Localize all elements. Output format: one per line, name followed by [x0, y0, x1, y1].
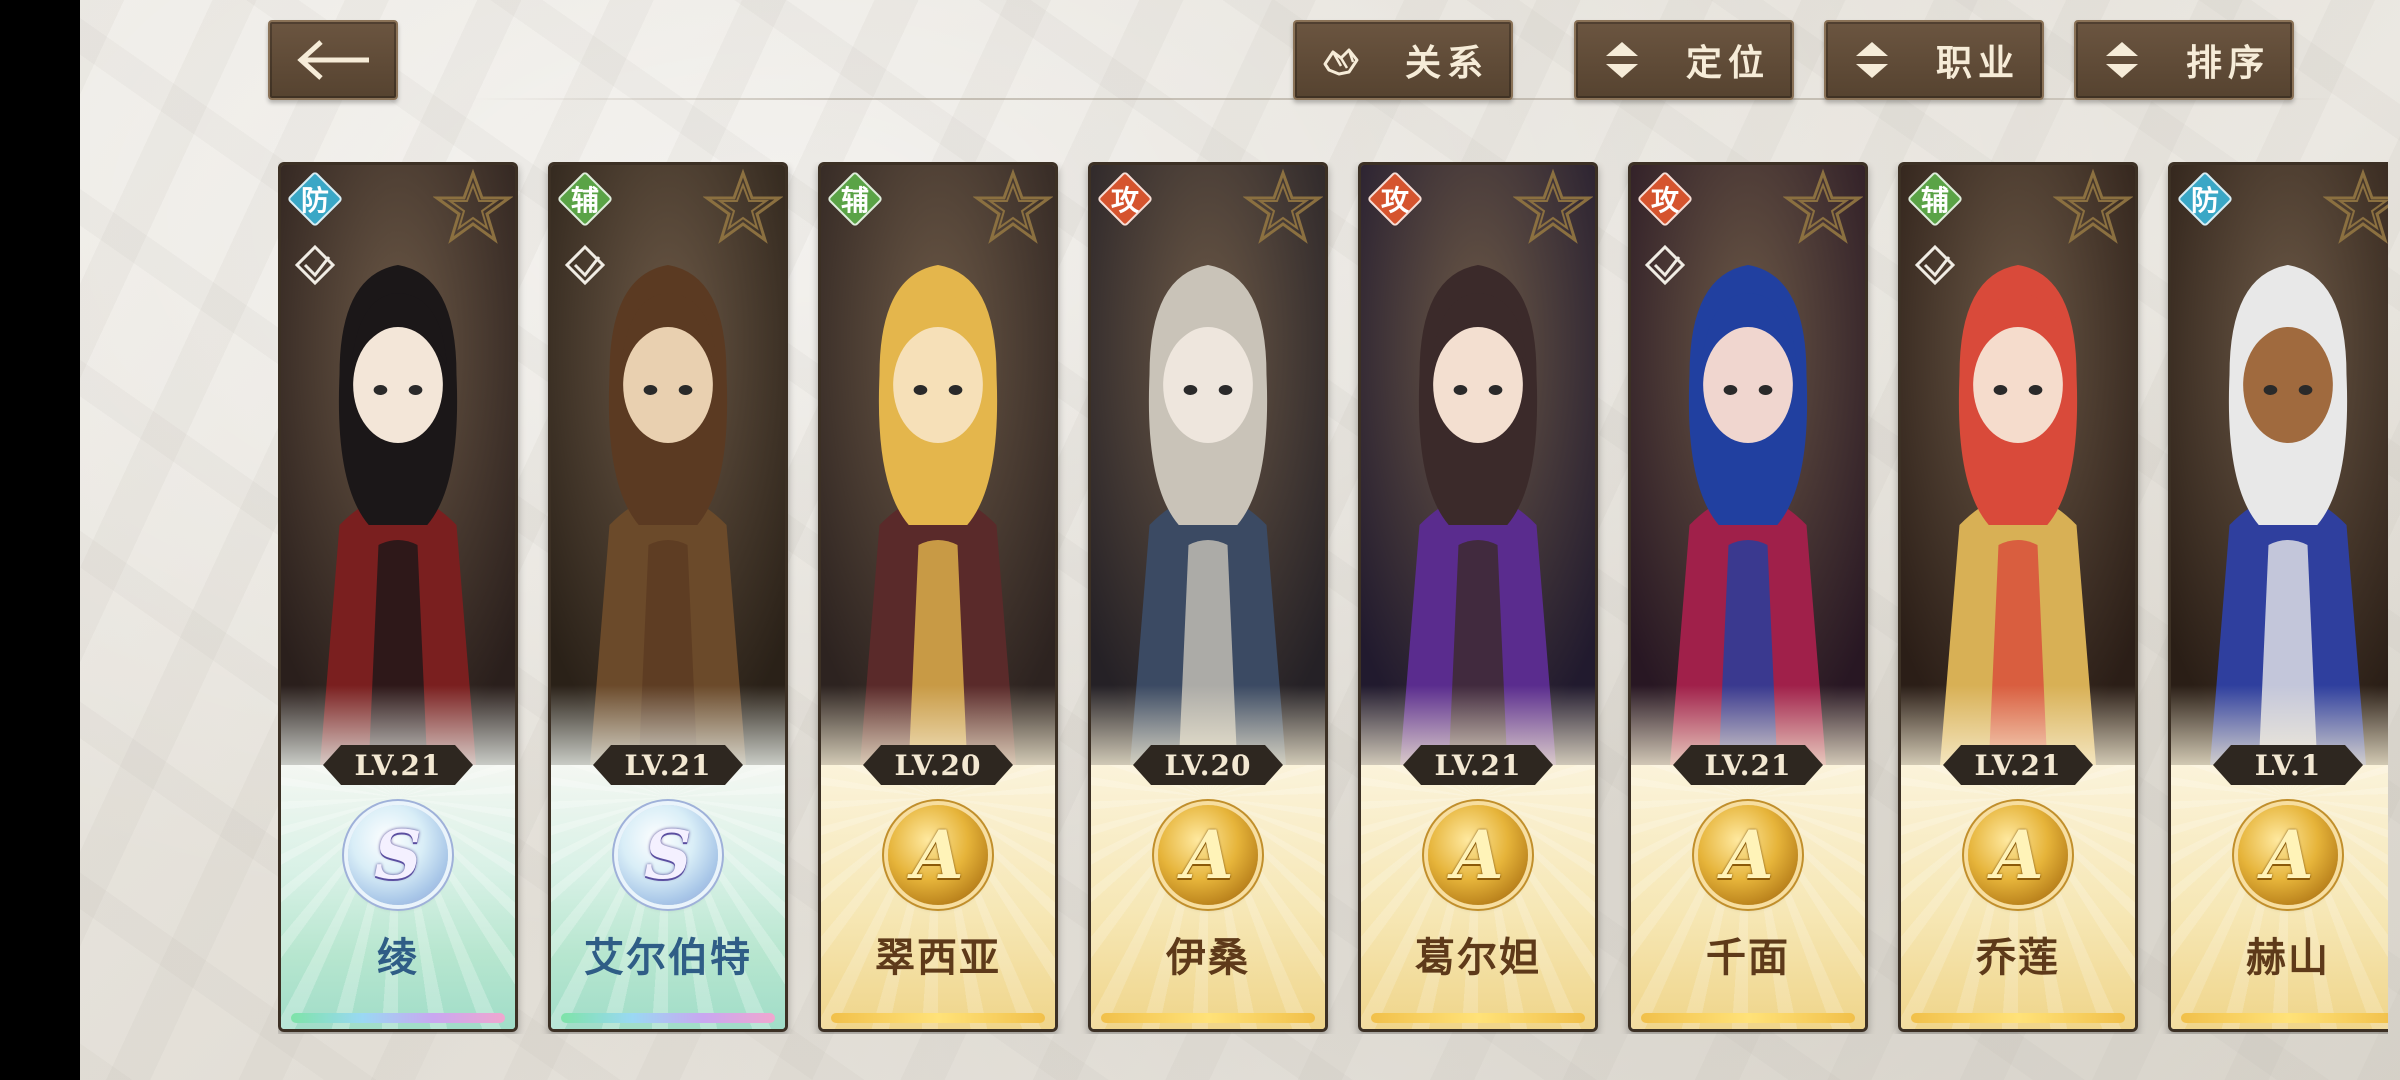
star-icon	[703, 168, 783, 244]
profession-label: 职业	[1935, 42, 2020, 84]
rank-medal-icon: A	[1968, 805, 2068, 905]
level-badge: LV.20	[1133, 745, 1283, 785]
star-icon	[2053, 168, 2133, 244]
position-button[interactable]: 定位	[1574, 20, 1794, 100]
level-badge: LV.21	[1943, 745, 2093, 785]
role-label: 辅	[570, 184, 599, 217]
support-role-badge: 辅	[1906, 170, 1964, 228]
level-badge: LV.20	[863, 745, 1013, 785]
rarity-bar	[1371, 1013, 1585, 1023]
role-label: 攻	[1110, 184, 1139, 217]
star-icon	[2323, 168, 2388, 244]
attack-role-badge: 攻	[1096, 170, 1154, 228]
character-card[interactable]: 攻 LV.20 A 伊桑	[1088, 162, 1328, 1032]
star-icon	[1783, 168, 1863, 244]
back-button[interactable]	[268, 20, 398, 100]
character-name: 绫	[377, 934, 419, 981]
role-label: 攻	[1650, 184, 1679, 217]
hands-icon	[1319, 38, 1363, 82]
rank-medal-icon: S	[348, 805, 448, 905]
back-arrow-icon	[297, 40, 369, 80]
rarity-bar	[561, 1013, 775, 1023]
role-label: 辅	[1920, 184, 1949, 217]
formation-icon	[1914, 244, 1956, 286]
formation-icon	[1644, 244, 1686, 286]
profession-button[interactable]: 职业	[1824, 20, 2044, 100]
character-card[interactable]: 攻 LV.21 A 千面	[1628, 162, 1868, 1032]
support-role-badge: 辅	[826, 170, 884, 228]
character-name: 乔莲	[1976, 934, 2060, 981]
level-badge: LV.21	[1673, 745, 1823, 785]
role-label: 辅	[840, 184, 869, 217]
rarity-bar	[1101, 1013, 1315, 1023]
rarity-bar	[2181, 1013, 2388, 1023]
position-label: 定位	[1685, 42, 1770, 84]
character-name: 赫山	[2246, 934, 2330, 981]
defense-role-badge: 防	[2176, 170, 2234, 228]
rarity-bar	[831, 1013, 1045, 1023]
roster-screen: 关系 定位 职业 排序 防 LV.21 S 绫辅 LV.21 S 艾尔伯特辅 LV.20 A 翠西…	[80, 0, 2400, 1080]
character-card[interactable]: 辅 LV.21 S 艾尔伯特	[548, 162, 788, 1032]
character-name: 葛尔妲	[1415, 934, 1541, 981]
character-name: 翠西亚	[875, 934, 1001, 981]
role-label: 防	[300, 184, 329, 217]
rank-medal-icon: A	[1698, 805, 1798, 905]
star-icon	[973, 168, 1053, 244]
rank-medal-icon: A	[1158, 805, 1258, 905]
rank-medal-icon: A	[888, 805, 988, 905]
character-card[interactable]: 攻 LV.21 A 葛尔妲	[1358, 162, 1598, 1032]
character-card[interactable]: 辅 LV.21 A 乔莲	[1898, 162, 2138, 1032]
rank-medal-icon: A	[1428, 805, 1528, 905]
character-card[interactable]: 防 LV.1 A 赫山	[2168, 162, 2388, 1032]
character-card[interactable]: 防 LV.21 S 绫	[278, 162, 518, 1032]
sort-button[interactable]: 排序	[2074, 20, 2294, 100]
defense-role-badge: 防	[286, 170, 344, 228]
character-name: 伊桑	[1166, 934, 1250, 981]
sort-arrows-icon	[2100, 38, 2144, 82]
character-name: 艾尔伯特	[584, 934, 752, 981]
rank-medal-icon: S	[618, 805, 718, 905]
role-label: 攻	[1380, 184, 1409, 217]
rank-medal-icon: A	[2238, 805, 2338, 905]
role-label: 防	[2190, 184, 2219, 217]
character-portrait	[2171, 165, 2388, 765]
star-icon	[1243, 168, 1323, 244]
character-card[interactable]: 辅 LV.20 A 翠西亚	[818, 162, 1058, 1032]
attack-role-badge: 攻	[1636, 170, 1694, 228]
star-icon	[1513, 168, 1593, 244]
sort-arrows-icon	[1850, 38, 1894, 82]
formation-icon	[294, 244, 336, 286]
star-icon	[433, 168, 513, 244]
relation-button[interactable]: 关系	[1293, 20, 1513, 100]
character-portrait	[821, 165, 1055, 765]
character-list: 防 LV.21 S 绫辅 LV.21 S 艾尔伯特辅 LV.20 A 翠西亚攻 LV.20 A 伊桑攻 L…	[278, 162, 2388, 1034]
level-badge: LV.1	[2213, 745, 2363, 785]
rarity-bar	[1911, 1013, 2125, 1023]
rarity-bar	[1641, 1013, 1855, 1023]
support-role-badge: 辅	[556, 170, 614, 228]
level-badge: LV.21	[1403, 745, 1553, 785]
rarity-bar	[291, 1013, 505, 1023]
character-portrait	[1091, 165, 1325, 765]
character-name: 千面	[1706, 934, 1790, 981]
level-badge: LV.21	[593, 745, 743, 785]
character-portrait	[1361, 165, 1595, 765]
sort-label: 排序	[2185, 42, 2270, 84]
sort-arrows-icon	[1600, 38, 1644, 82]
formation-icon	[564, 244, 606, 286]
attack-role-badge: 攻	[1366, 170, 1424, 228]
relation-label: 关系	[1404, 42, 1489, 84]
level-badge: LV.21	[323, 745, 473, 785]
